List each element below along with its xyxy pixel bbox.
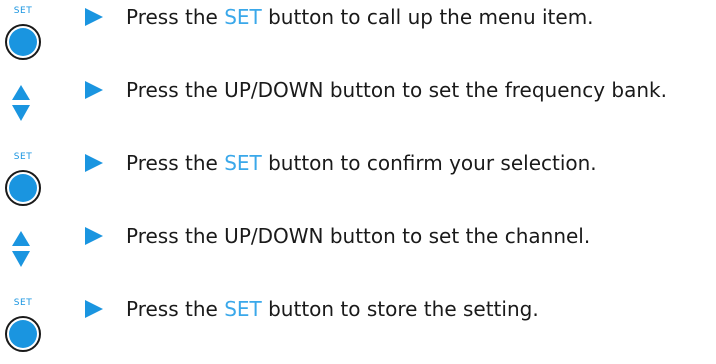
step-5-text-before: Press the [126,297,225,321]
step-4-text: Press the UP/DOWN button to set the chan… [126,224,591,248]
step-5-highlight: SET [224,297,262,321]
triangle-bullet-icon [85,81,103,99]
set-button-circle [5,170,41,206]
step-2-text: Press the UP/DOWN button to set the freq… [126,78,667,102]
triangle-bullet-icon [85,8,103,26]
triangle-bullet-icon [85,227,103,245]
step-5-text: Press the SET button to store the settin… [126,297,539,321]
set-button-label: SET [13,298,33,308]
step-1-text: Press the SET button to call up the menu… [126,5,594,29]
step-3-text-before: Press the [126,151,225,175]
set-button-label: SET [13,6,33,16]
up-down-arrows-icon [10,84,32,124]
step-1-text-before: Press the [126,5,225,29]
step-3-text: Press the SET button to confirm your sel… [126,151,597,175]
set-button-circle [5,24,41,60]
set-button-circle [5,316,41,352]
triangle-bullet-icon [85,154,103,172]
step-1-highlight: SET [224,5,262,29]
step-1-text-after: button to call up the menu item. [261,5,594,29]
set-button-icon: SET [4,6,42,70]
set-button-icon: SET [4,298,42,362]
step-3-text-after: button to confirm your selection. [261,151,597,175]
set-button-icon: SET [4,152,42,216]
triangle-bullet-icon [85,300,103,318]
set-button-label: SET [13,152,33,162]
up-down-arrows-icon [10,230,32,270]
step-3-highlight: SET [224,151,262,175]
step-5-text-after: button to store the setting. [261,297,539,321]
